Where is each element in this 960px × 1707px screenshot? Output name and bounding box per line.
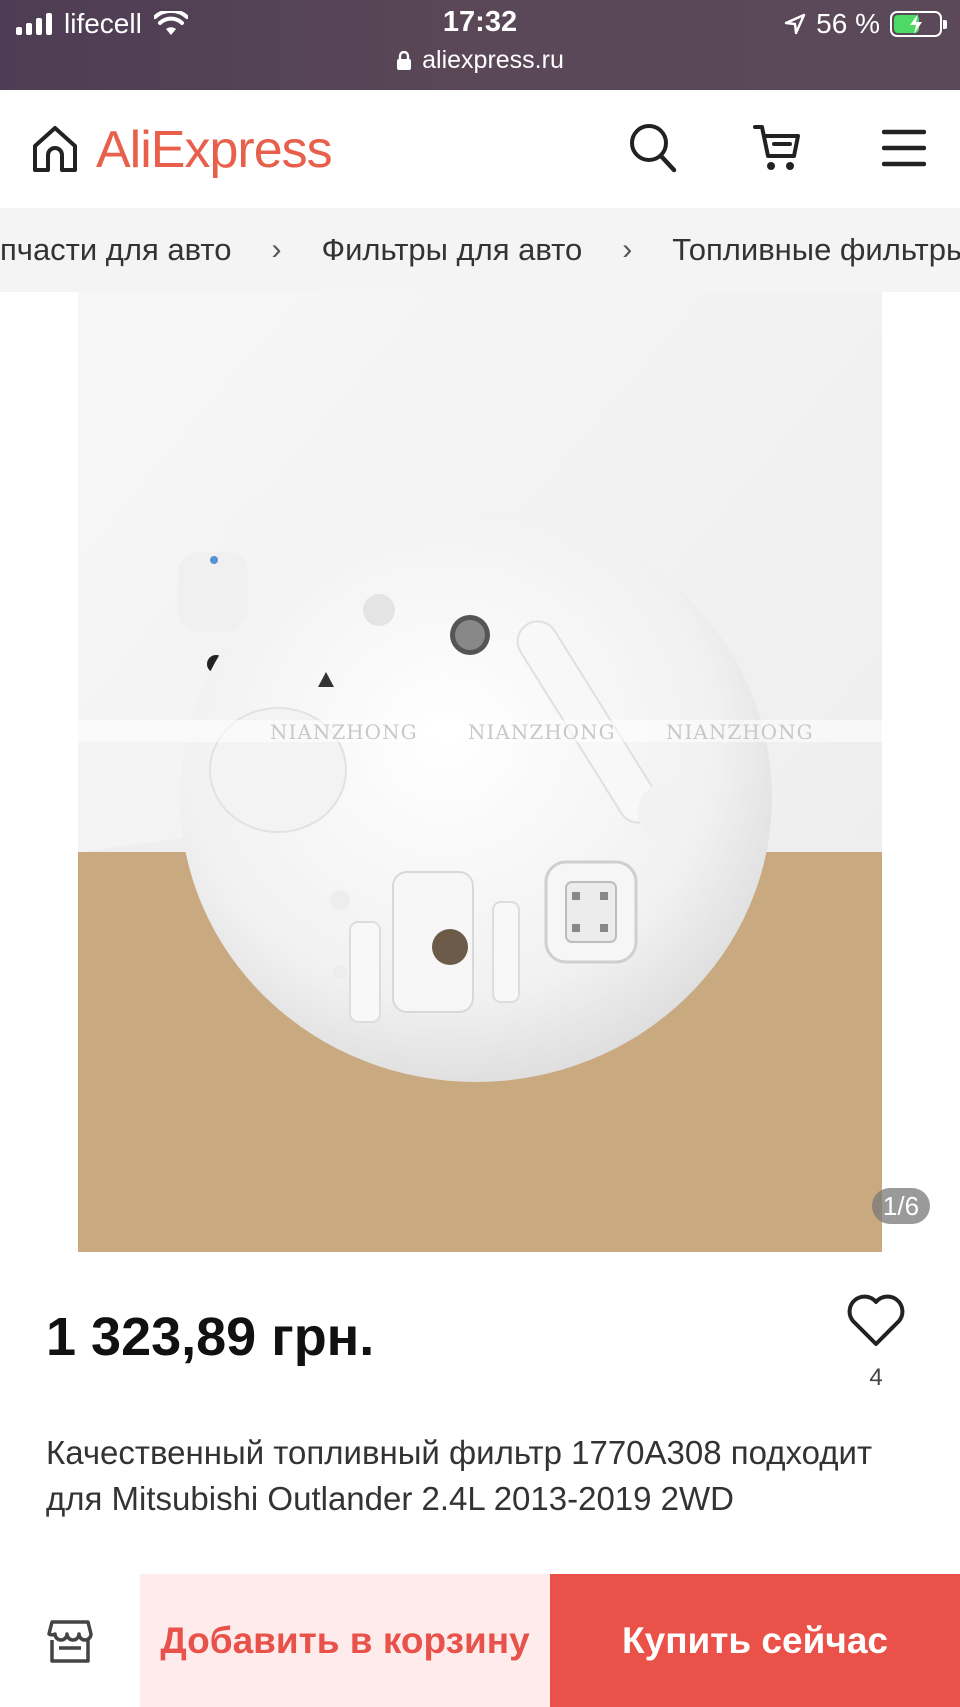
breadcrumb-item[interactable]: Фильтры для авто <box>322 232 583 268</box>
status-right: 56 % <box>784 8 947 40</box>
add-to-cart-button[interactable]: Добавить в корзину <box>140 1574 550 1707</box>
watermark-text: NIANZHONG <box>666 720 814 744</box>
cart-icon[interactable] <box>752 122 804 174</box>
breadcrumb-item[interactable]: пчасти для авто <box>0 232 232 268</box>
menu-icon[interactable] <box>882 128 926 168</box>
image-counter: 1/6 <box>872 1188 930 1224</box>
breadcrumb: пчасти для авто › Фильтры для авто › Топ… <box>0 208 960 292</box>
product-photo[interactable]: NIANZHONG NIANZHONG NIANZHONG <box>78 292 882 1252</box>
charging-bolt-icon <box>910 14 922 34</box>
home-icon[interactable] <box>30 124 80 174</box>
product-title: Качественный топливный фильтр 1770A308 п… <box>46 1434 873 1517</box>
store-button[interactable] <box>0 1574 140 1707</box>
location-arrow-icon <box>784 13 806 35</box>
watermark-text: NIANZHONG <box>468 720 616 744</box>
lock-icon <box>397 50 412 70</box>
brand-logo[interactable]: AliExpress <box>96 120 333 180</box>
watermark-text: NIANZHONG <box>270 720 418 744</box>
site-header: AliExpress <box>0 90 960 208</box>
bottom-action-bar: Добавить в корзину Купить сейчас <box>0 1574 960 1707</box>
product-gallery[interactable]: NIANZHONG NIANZHONG NIANZHONG 1/6 <box>0 292 960 1252</box>
product-price: 1 323,89 грн. <box>46 1307 375 1367</box>
chevron-right-icon: › <box>622 233 633 266</box>
breadcrumb-item[interactable]: Топливные фильтры <box>672 232 960 268</box>
search-icon[interactable] <box>628 122 678 174</box>
battery-percent: 56 % <box>816 8 880 39</box>
url-text: aliexpress.ru <box>422 46 564 74</box>
chevron-right-icon: › <box>271 233 282 266</box>
heart-icon[interactable] <box>846 1292 906 1348</box>
battery-icon <box>890 11 947 37</box>
store-icon <box>47 1619 93 1663</box>
buy-now-button[interactable]: Купить сейчас <box>550 1574 960 1707</box>
status-bar: lifecell 17:32 56 % aliexpress.ru <box>0 0 960 90</box>
favorites-count: 4 <box>869 1364 883 1391</box>
url-bar[interactable]: aliexpress.ru <box>0 46 960 75</box>
